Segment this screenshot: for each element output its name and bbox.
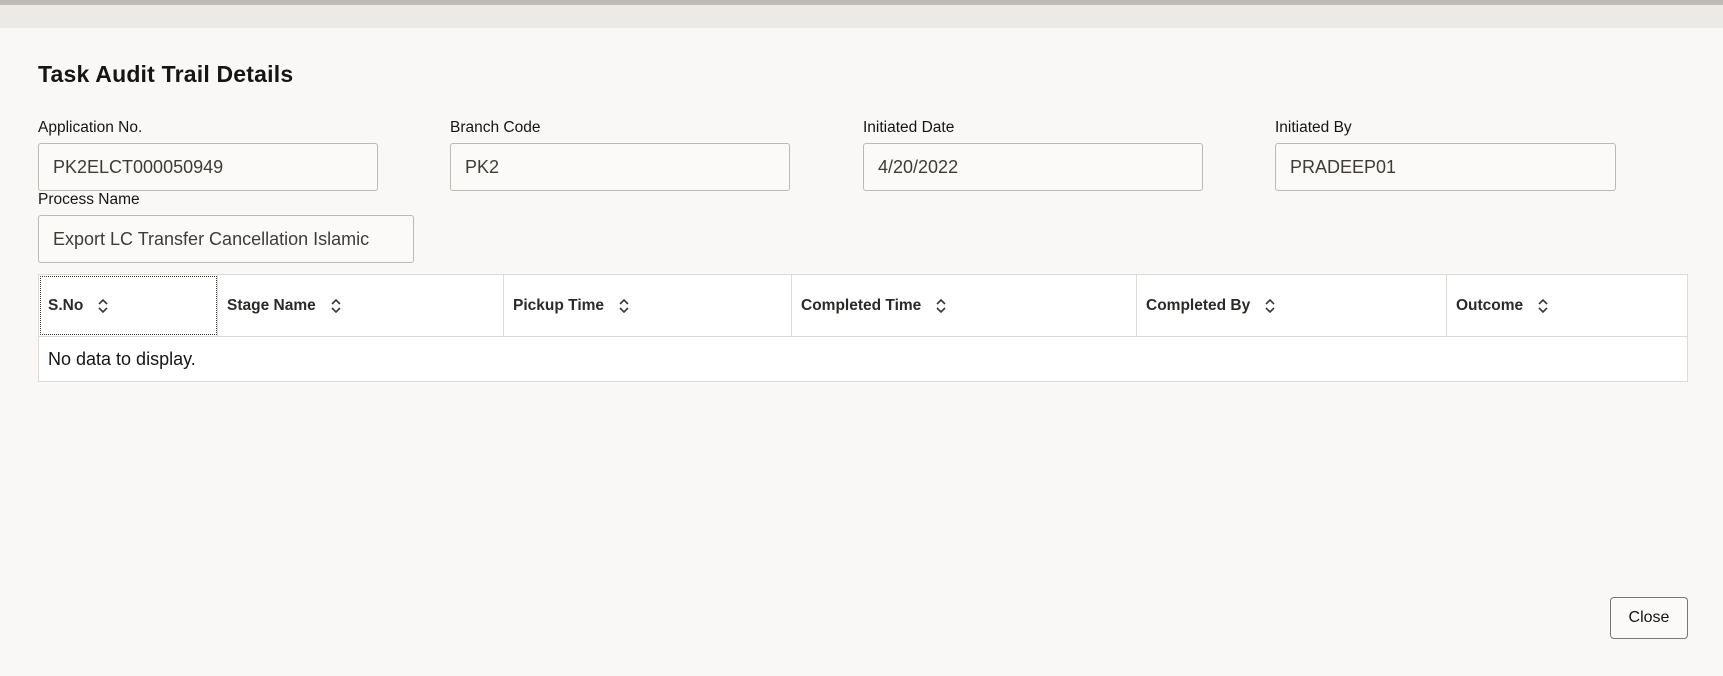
- column-header-label: Stage Name: [227, 296, 316, 314]
- audit-trail-table: S.No Stage Name Pickup Time Completed Ti…: [38, 274, 1688, 382]
- application-no-label: Application No.: [38, 119, 143, 136]
- application-no-field: Application No. PK2ELCT000050949: [38, 119, 378, 191]
- initiated-by-label: Initiated By: [1275, 119, 1352, 136]
- column-header-label: Pickup Time: [513, 296, 605, 314]
- initiated-by-field: Initiated By PRADEEP01: [1275, 119, 1616, 191]
- initiated-by-input[interactable]: PRADEEP01: [1275, 143, 1616, 191]
- application-no-input[interactable]: PK2ELCT000050949: [38, 143, 378, 191]
- initiated-date-field: Initiated Date 4/20/2022: [863, 119, 1203, 191]
- sort-up-down-icon[interactable]: [330, 298, 342, 314]
- sort-up-down-icon[interactable]: [618, 298, 630, 314]
- initiated-date-input[interactable]: 4/20/2022: [863, 143, 1203, 191]
- background-page: [0, 0, 1723, 28]
- column-header-label: Outcome: [1456, 296, 1524, 314]
- process-name-input[interactable]: Export LC Transfer Cancellation Islamic: [38, 215, 414, 263]
- column-header-sno[interactable]: S.No: [39, 275, 218, 336]
- column-header-label: Completed By: [1146, 296, 1251, 314]
- sort-up-down-icon[interactable]: [935, 298, 947, 314]
- column-header-label: Completed Time: [801, 296, 922, 314]
- audit-trail-dialog: Task Audit Trail Details Application No.…: [0, 28, 1723, 676]
- branch-code-field: Branch Code PK2: [450, 119, 790, 191]
- column-header-completed-by[interactable]: Completed By: [1137, 275, 1447, 336]
- branch-code-input[interactable]: PK2: [450, 143, 790, 191]
- sort-up-down-icon[interactable]: [97, 298, 109, 314]
- background-strip: [0, 0, 1723, 5]
- column-header-completed-time[interactable]: Completed Time: [792, 275, 1137, 336]
- sort-up-down-icon[interactable]: [1264, 298, 1276, 314]
- table-header-row: S.No Stage Name Pickup Time Completed Ti…: [39, 275, 1687, 337]
- process-name-label: Process Name: [38, 191, 140, 208]
- process-name-field: Process Name Export LC Transfer Cancella…: [38, 191, 414, 263]
- column-header-stage-name[interactable]: Stage Name: [218, 275, 504, 336]
- close-button[interactable]: Close: [1610, 597, 1688, 639]
- initiated-date-label: Initiated Date: [863, 119, 955, 136]
- empty-table-message: No data to display.: [48, 348, 196, 369]
- column-header-outcome[interactable]: Outcome: [1447, 275, 1687, 336]
- column-header-pickup-time[interactable]: Pickup Time: [504, 275, 792, 336]
- column-header-label: S.No: [48, 296, 84, 314]
- branch-code-label: Branch Code: [450, 119, 541, 136]
- dialog-title: Task Audit Trail Details: [38, 61, 294, 87]
- sort-up-down-icon[interactable]: [1537, 298, 1549, 314]
